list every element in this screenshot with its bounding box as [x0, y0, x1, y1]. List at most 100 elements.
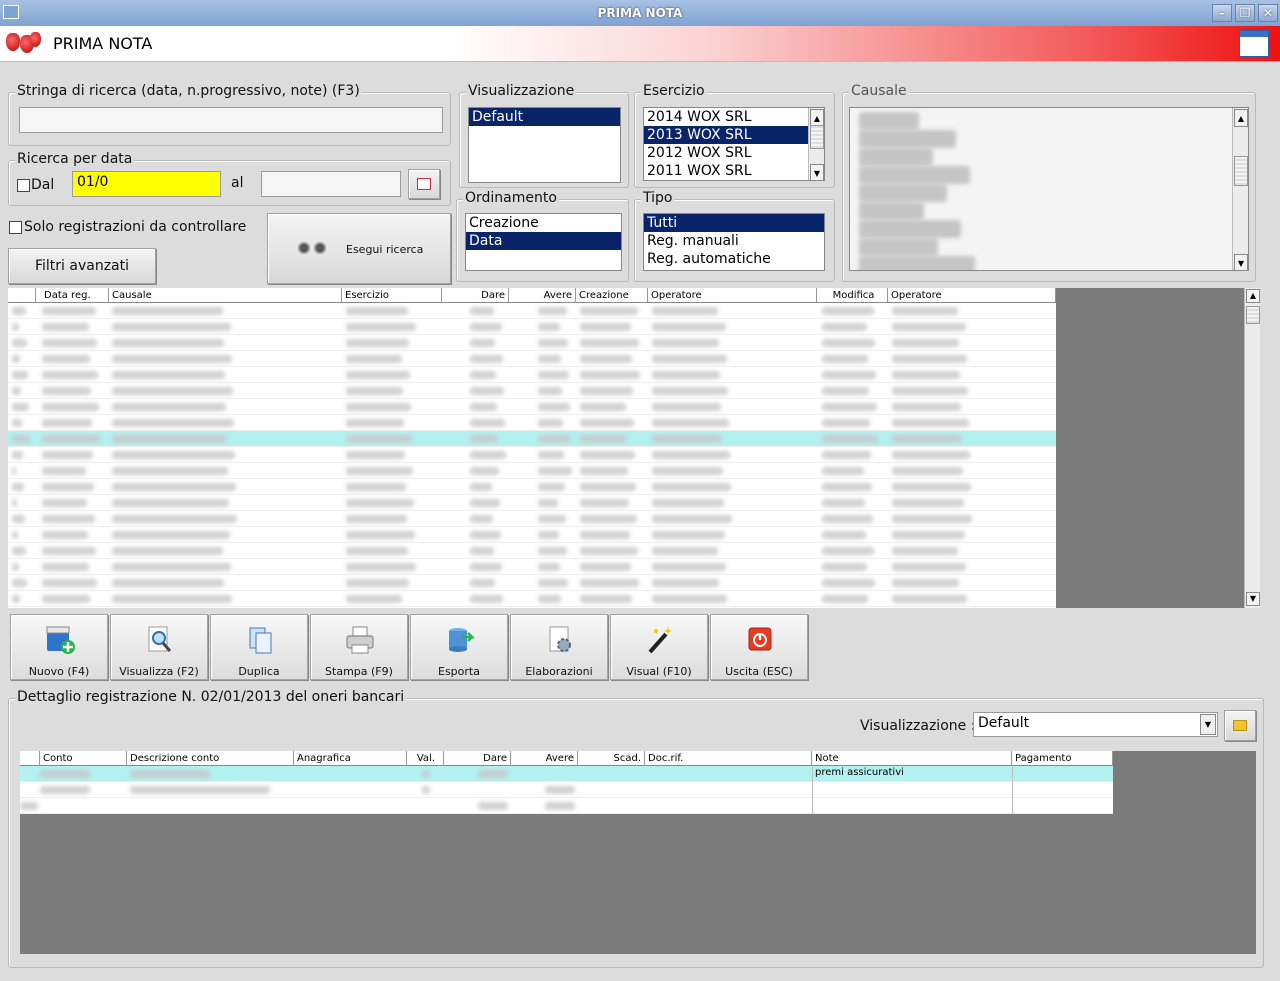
esegui-ricerca-button[interactable]: Esegui ricerca — [267, 213, 451, 284]
table-row[interactable] — [8, 591, 1056, 607]
solo-controllare-checkbox[interactable] — [9, 221, 22, 234]
list-item[interactable] — [853, 216, 1248, 238]
table-row[interactable] — [8, 463, 1056, 479]
column-header-dare[interactable]: Dare — [442, 288, 509, 303]
table-row[interactable] — [8, 431, 1056, 447]
list-item[interactable]: 2011 WOX SRL — [644, 162, 824, 180]
column-header-descrizione-conto[interactable]: Descrizione conto — [127, 751, 294, 766]
column-header-avere[interactable]: Avere — [511, 751, 578, 766]
tipo-list[interactable]: Tutti Reg. manuali Reg. automatiche — [643, 213, 825, 271]
folder-button[interactable] — [1224, 710, 1256, 741]
table-row[interactable] — [8, 319, 1056, 335]
column-header-conto[interactable]: Conto — [40, 751, 127, 766]
list-item[interactable]: Creazione — [466, 214, 621, 232]
table-row[interactable] — [8, 367, 1056, 383]
list-item[interactable]: Tutti — [644, 214, 824, 232]
list-item[interactable] — [853, 180, 1248, 202]
duplica-button[interactable]: Duplica — [210, 614, 308, 680]
calendar-icon[interactable] — [1239, 30, 1269, 57]
table-row[interactable] — [8, 335, 1056, 351]
scroll-down-icon[interactable]: ▼ — [1234, 254, 1248, 270]
column-header-modifica[interactable]: Modifica — [817, 288, 888, 303]
column-header-causale[interactable]: Causale — [109, 288, 342, 303]
list-item[interactable]: Default — [469, 108, 620, 126]
column-header-data-reg[interactable]: Data reg. — [36, 288, 109, 303]
list-item[interactable] — [853, 126, 1248, 148]
column-header-avere[interactable]: Avere — [509, 288, 576, 303]
table-row[interactable] — [20, 798, 1113, 814]
filtri-avanzati-button[interactable]: Filtri avanzati — [8, 248, 156, 284]
table-row[interactable] — [8, 527, 1056, 543]
uscita-button[interactable]: Uscita (ESC) — [710, 614, 808, 680]
scroll-thumb[interactable] — [1246, 306, 1260, 324]
chevron-down-icon[interactable]: ▼ — [1200, 714, 1216, 735]
scroll-down-icon[interactable]: ▼ — [810, 164, 824, 180]
list-item[interactable]: 2014 WOX SRL — [644, 108, 824, 126]
visualizza-button[interactable]: Visualizza (F2) — [110, 614, 208, 680]
table-row[interactable] — [8, 559, 1056, 575]
scroll-up-icon[interactable]: ▲ — [1246, 289, 1260, 303]
table-row[interactable] — [8, 351, 1056, 367]
table-row[interactable] — [20, 782, 1113, 798]
column-header-doc-rif[interactable]: Doc.rif. — [645, 751, 812, 766]
list-item[interactable] — [853, 198, 1248, 220]
column-header-creazione[interactable]: Creazione — [576, 288, 648, 303]
list-item[interactable] — [853, 144, 1248, 166]
detail-grid-rows[interactable]: premi assicurativi — [20, 766, 1113, 814]
column-header-scad[interactable]: Scad. — [578, 751, 645, 766]
column-header-dare[interactable]: Dare — [444, 751, 511, 766]
scroll-thumb[interactable] — [810, 125, 824, 149]
causale-scrollbar[interactable]: ▲ ▼ — [1232, 108, 1248, 270]
causale-list[interactable]: ▲ ▼ — [849, 107, 1249, 271]
scroll-up-icon[interactable]: ▲ — [1234, 109, 1248, 127]
table-row[interactable] — [8, 399, 1056, 415]
column-header-pagamento[interactable]: Pagamento — [1012, 751, 1113, 766]
list-item[interactable] — [853, 234, 1248, 256]
column-header-operatore[interactable]: Operatore — [648, 288, 817, 303]
grid-rows[interactable] — [8, 303, 1056, 608]
nuovo-button[interactable]: Nuovo (F4) — [10, 614, 108, 680]
table-row[interactable] — [8, 543, 1056, 559]
table-row[interactable] — [8, 479, 1056, 495]
table-row[interactable] — [8, 303, 1056, 319]
table-row[interactable] — [8, 447, 1056, 463]
dettaglio-grid[interactable]: Conto Descrizione conto Anagrafica Val. … — [20, 751, 1256, 954]
column-header-val[interactable]: Val. — [407, 751, 444, 766]
list-item[interactable]: 2012 WOX SRL — [644, 144, 824, 162]
search-input[interactable] — [19, 107, 443, 133]
close-button[interactable]: ✕ — [1258, 4, 1278, 22]
esercizio-scrollbar[interactable]: ▲ ▼ — [808, 108, 824, 180]
table-row[interactable] — [8, 575, 1056, 591]
table-row[interactable] — [8, 495, 1056, 511]
elaborazioni-button[interactable]: Elaborazioni — [510, 614, 608, 680]
stampa-button[interactable]: Stampa (F9) — [310, 614, 408, 680]
table-row[interactable]: premi assicurativi — [20, 766, 1113, 782]
list-item[interactable]: Data — [466, 232, 621, 250]
list-item[interactable] — [853, 252, 1248, 270]
maximize-button[interactable]: ❐ — [1235, 4, 1255, 22]
esercizio-list[interactable]: 2014 WOX SRL 2013 WOX SRL 2012 WOX SRL 2… — [643, 107, 825, 181]
list-item[interactable] — [853, 162, 1248, 184]
date-to-input[interactable] — [261, 171, 401, 197]
table-row[interactable] — [8, 383, 1056, 399]
list-item[interactable] — [853, 108, 1248, 130]
registrazioni-grid[interactable]: Data reg. Causale Esercizio Dare Avere C… — [8, 288, 1260, 608]
table-row[interactable] — [8, 415, 1056, 431]
dal-checkbox[interactable] — [17, 179, 30, 192]
column-header-operatore-modifica[interactable]: Operatore — [888, 288, 1056, 303]
detail-visualizzazione-select[interactable]: Default ▼ — [973, 712, 1218, 737]
esporta-button[interactable]: Esporta — [410, 614, 508, 680]
scroll-thumb[interactable] — [1234, 156, 1248, 186]
column-header-anagrafica[interactable]: Anagrafica — [294, 751, 407, 766]
ordinamento-list[interactable]: Creazione Data — [465, 213, 622, 271]
date-picker-button[interactable] — [408, 169, 440, 199]
list-item[interactable]: 2013 WOX SRL — [644, 126, 808, 144]
grid-scrollbar[interactable]: ▲ ▼ — [1244, 288, 1260, 608]
column-header-note[interactable]: Note — [812, 751, 1012, 766]
list-item[interactable]: Reg. manuali — [644, 232, 824, 250]
visual-button[interactable]: Visual (F10) — [610, 614, 708, 680]
scroll-down-icon[interactable]: ▼ — [1246, 592, 1260, 606]
column-header-selector[interactable] — [20, 751, 40, 766]
minimize-button[interactable]: – — [1212, 4, 1232, 22]
date-from-input[interactable]: 01/0 — [72, 171, 221, 197]
